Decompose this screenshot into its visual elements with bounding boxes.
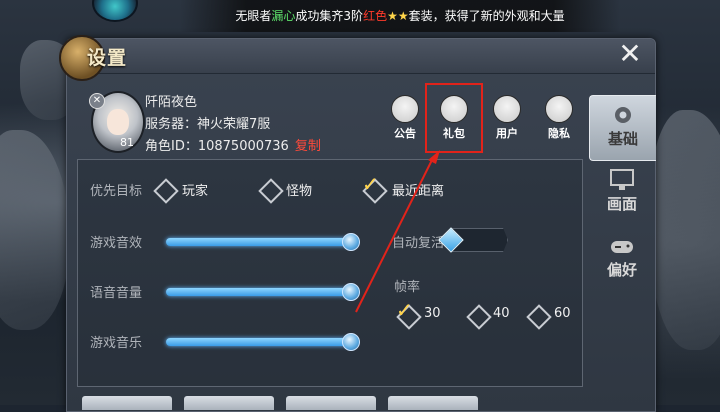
game-music-label: 游戏音乐 bbox=[90, 336, 143, 351]
background-rock bbox=[0, 130, 70, 330]
tab-preference[interactable]: 偏好 bbox=[589, 227, 655, 291]
banner-player-name[interactable]: 漏心 bbox=[271, 9, 295, 23]
framerate-60-radio[interactable] bbox=[526, 304, 552, 330]
priority-player-label[interactable]: 玩家 bbox=[182, 180, 208, 199]
framerate-40-radio[interactable] bbox=[466, 304, 492, 330]
game-sfx-slider-knob[interactable] bbox=[342, 233, 360, 251]
banner-stars: ★★ bbox=[387, 9, 409, 23]
bottom-button-4[interactable] bbox=[388, 396, 478, 410]
notice-label: 公告 bbox=[394, 127, 416, 140]
player-name: 阡陌夜色 bbox=[145, 95, 198, 110]
game-music-slider-knob[interactable] bbox=[342, 333, 360, 351]
avatar-level: 81 bbox=[120, 136, 134, 149]
gamepad-icon bbox=[611, 241, 633, 253]
banner-text-1: 无眼者 bbox=[235, 9, 272, 23]
settings-content: 优先目标 玩家 怪物 ✓ 最近距离 游戏音效 语音音量 游戏音乐 自动复活 帧率… bbox=[77, 159, 583, 387]
user-button[interactable]: 用户 bbox=[487, 95, 527, 141]
priority-target-label: 优先目标 bbox=[90, 184, 143, 199]
banner-text-3: 套装，获得了新的外观和大量 bbox=[408, 9, 565, 23]
role-id-line: 角色ID：10875000736 复制 bbox=[145, 135, 321, 154]
banner-color-word: 红色 bbox=[363, 9, 388, 23]
eye-icon bbox=[545, 95, 573, 123]
voice-volume-slider[interactable] bbox=[166, 283, 360, 301]
notice-button[interactable]: 公告 bbox=[385, 95, 425, 141]
user-icon bbox=[493, 95, 521, 123]
bottom-button-3[interactable] bbox=[286, 396, 376, 410]
bottom-button-1[interactable] bbox=[82, 396, 172, 410]
privacy-button[interactable]: 隐私 bbox=[539, 95, 579, 141]
bottom-button-2[interactable] bbox=[184, 396, 274, 410]
notice-icon bbox=[391, 95, 419, 123]
gear-icon bbox=[615, 107, 631, 123]
framerate-30-label[interactable]: 30 bbox=[424, 306, 441, 321]
gift-highlight-box bbox=[425, 83, 483, 153]
framerate-40-label[interactable]: 40 bbox=[493, 306, 510, 321]
banner-text-2: 成功集齐3阶 bbox=[295, 9, 364, 23]
privacy-label: 隐私 bbox=[548, 127, 570, 140]
settings-panel: 设置 ✕ ✕ 81 阡陌夜色 服务器：神火荣耀7服 角色ID：108750007… bbox=[59, 35, 656, 412]
priority-monster-label[interactable]: 怪物 bbox=[286, 180, 312, 199]
panel-title-bar: 设置 ✕ bbox=[59, 35, 655, 81]
panel-title: 设置 bbox=[87, 47, 128, 69]
user-label: 用户 bbox=[496, 127, 518, 140]
checkmark-icon: ✓ bbox=[396, 298, 413, 322]
framerate-label: 帧率 bbox=[394, 280, 421, 295]
priority-nearest-label[interactable]: 最近距离 bbox=[392, 180, 444, 199]
voice-volume-slider-knob[interactable] bbox=[342, 283, 360, 301]
role-id: 角色ID：10875000736 bbox=[145, 139, 289, 154]
auto-revive-label: 自动复活 bbox=[392, 236, 445, 251]
checkmark-icon: ✓ bbox=[362, 172, 379, 196]
server-name: 服务器：神火荣耀7服 bbox=[145, 117, 271, 132]
framerate-60-label[interactable]: 60 bbox=[554, 306, 571, 321]
tab-display[interactable]: 画面 bbox=[589, 161, 655, 225]
game-music-slider[interactable] bbox=[166, 333, 360, 351]
voice-volume-label: 语音音量 bbox=[90, 286, 143, 301]
avatar-face bbox=[107, 109, 129, 135]
tab-basic-label: 基础 bbox=[607, 130, 638, 148]
priority-monster-radio[interactable] bbox=[258, 178, 284, 204]
tab-preference-label: 偏好 bbox=[606, 261, 637, 279]
priority-player-radio[interactable] bbox=[153, 178, 179, 204]
tab-display-label: 画面 bbox=[606, 195, 637, 213]
background-rock bbox=[650, 110, 720, 350]
game-sfx-slider[interactable] bbox=[166, 233, 360, 251]
avatar-badge-icon: ✕ bbox=[89, 93, 105, 109]
monitor-icon bbox=[610, 169, 634, 190]
game-sfx-label: 游戏音效 bbox=[90, 236, 143, 251]
system-announcement-banner: 无眼者漏心成功集齐3阶红色★★套装，获得了新的外观和大量 bbox=[180, 0, 620, 32]
tab-basic[interactable]: 基础 bbox=[589, 95, 656, 161]
close-button[interactable]: ✕ bbox=[617, 40, 643, 69]
copy-button[interactable]: 复制 bbox=[295, 139, 321, 154]
